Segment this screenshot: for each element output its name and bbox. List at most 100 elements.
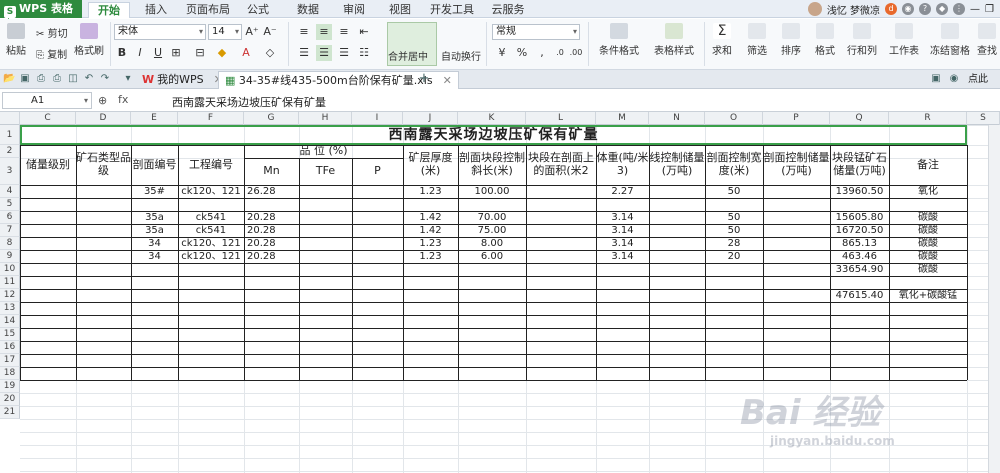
redo-icon[interactable]: ↷ [99,73,111,85]
header-section-width[interactable]: 剖面控制宽度(米) [705,145,763,185]
cell-slope-length[interactable] [458,289,526,302]
format-button[interactable]: 格式 [810,23,840,57]
row-header-13[interactable]: 13 [0,302,20,315]
header-slope-length[interactable]: 剖面块段控制斜长(米) [458,145,526,185]
new-tab-icon[interactable]: + [418,72,430,85]
header-density[interactable]: 体重(吨/米3) [596,145,649,185]
column-header-n[interactable]: N [649,112,705,125]
font-name-select[interactable]: 宋体 ▾ [114,24,206,40]
cell-remark[interactable]: 碳酸 [889,224,967,237]
cell-section-no[interactable]: 35a [131,224,178,237]
bold-icon[interactable]: B [114,45,130,61]
align-left-icon[interactable]: ☰ [296,45,312,61]
column-header-s[interactable]: S [967,112,1000,125]
row-header-21[interactable]: 21 [0,406,20,419]
minimize-icon[interactable]: — [970,4,980,15]
row-header-18[interactable]: 18 [0,367,20,380]
conditional-format-button[interactable]: 条件格式 [594,23,644,57]
row-header-20[interactable]: 20 [0,393,20,406]
cell-slope-length[interactable]: 70.00 [458,211,526,224]
header-project-no[interactable]: 工程编号 [178,145,244,185]
column-header-o[interactable]: O [705,112,763,125]
cell-mn[interactable]: 26.28 [244,185,299,198]
row-header-3[interactable]: 3 [0,158,20,185]
header-ore-type[interactable]: 矿石类型品级 [76,145,131,185]
undo-icon[interactable]: ↶ [83,73,95,85]
decrease-font-icon[interactable]: A⁻ [262,24,278,40]
cell-thickness[interactable]: 1.42 [403,211,458,224]
format-painter-button[interactable]: 格式刷 [74,23,104,57]
tab-insert[interactable]: 插入 [140,2,172,18]
cell-remark[interactable]: 碳酸 [889,263,967,276]
formula-content[interactable]: 西南露天采场边坡压矿保有矿量 [172,94,326,110]
cell-block-reserve[interactable]: 16720.50 [830,224,889,237]
tab-formulas[interactable]: 公式 [242,2,274,18]
cell-section-width[interactable]: 20 [705,250,763,263]
cell-thickness[interactable]: 1.23 [403,237,458,250]
header-mn[interactable]: Mn [244,158,299,185]
column-header-k[interactable]: K [458,112,526,125]
paste-button[interactable]: 粘贴 [2,23,30,57]
row-header-9[interactable]: 9 [0,250,20,263]
cell-mn[interactable]: 20.28 [244,224,299,237]
export-pdf-icon[interactable]: ⎙ [35,73,47,85]
merge-cells-icon[interactable]: ⊟ [192,45,208,61]
column-header-r[interactable]: R [889,112,967,125]
cell-section-width[interactable]: 50 [705,224,763,237]
header-area[interactable]: 块段在剖面上的面积(米2 [526,145,596,185]
align-middle-icon[interactable]: ≡ [316,24,332,40]
column-header-g[interactable]: G [244,112,299,125]
cell-block-reserve[interactable]: 13960.50 [830,185,889,198]
open-icon[interactable]: 📂 [3,73,15,85]
cell-project-no[interactable]: ck541 [178,224,244,237]
wrap-text-button[interactable]: 自动换行 [441,48,481,63]
worksheet-button[interactable]: 工作表 [886,23,922,57]
clear-format-icon[interactable]: ◇ [262,45,278,61]
freeze-panes-button[interactable]: 冻结窗格 [928,23,972,57]
restore-icon[interactable]: ❐ [985,4,994,15]
point-here-link[interactable]: 点此 [962,71,994,89]
cell-block-reserve[interactable]: 33654.90 [830,263,889,276]
tab-home[interactable]: 开始 [88,2,130,18]
currency-icon[interactable]: ¥ [494,45,510,61]
rows-cols-button[interactable]: 行和列 [844,23,880,57]
row-header-2[interactable]: 2 [0,145,20,158]
cell-remark[interactable]: 氧化+碳酸锰 [889,289,967,302]
sheet-title-cell[interactable]: 西南露天采场边坡压矿保有矿量 [20,125,967,145]
tab-cloud[interactable]: 云服务 [484,2,532,18]
find-button[interactable]: 查找 [974,23,1000,57]
column-header-d[interactable]: D [76,112,131,125]
preview-icon[interactable]: ◫ [67,73,79,85]
cell-thickness[interactable] [403,263,458,276]
sort-button[interactable]: 排序 [776,23,806,57]
header-thickness[interactable]: 矿层厚度(米) [403,145,458,185]
tab-page-layout[interactable]: 页面布局 [184,2,232,18]
cell-thickness[interactable]: 1.42 [403,224,458,237]
save-icon[interactable]: ▣ [19,73,31,85]
row-header-7[interactable]: 7 [0,224,20,237]
column-header-c[interactable]: C [20,112,76,125]
cell-density[interactable] [596,263,649,276]
tab-view[interactable]: 视图 [384,2,416,18]
sum-button[interactable]: Σ 求和 [708,23,736,57]
align-right-icon[interactable]: ☰ [336,45,352,61]
cell-section-width[interactable]: 50 [705,211,763,224]
justify-icon[interactable]: ☷ [356,45,372,61]
cell-project-no[interactable]: ck120、121 [178,250,244,263]
tab-data[interactable]: 数据 [292,2,324,18]
cell-project-no[interactable]: ck120、121 [178,185,244,198]
cell-section-no[interactable]: 35# [131,185,178,198]
app-menu-button[interactable]: SWPS 表格▾ [0,0,82,36]
row-header-16[interactable]: 16 [0,341,20,354]
increase-decimal-icon[interactable]: .0 [552,45,568,61]
cell-slope-length[interactable]: 6.00 [458,250,526,263]
cell-block-reserve[interactable]: 463.46 [830,250,889,263]
header-remark[interactable]: 备注 [889,145,967,185]
select-all-corner[interactable] [0,112,20,125]
header-reserve-level[interactable]: 储量级别 [20,145,76,185]
tab-developer[interactable]: 开发工具 [428,2,476,18]
row-header-5[interactable]: 5 [0,198,20,211]
cloud-icon[interactable]: ▣ [930,73,942,85]
column-header-e[interactable]: E [131,112,178,125]
close-icon[interactable]: ✕ [443,74,452,87]
